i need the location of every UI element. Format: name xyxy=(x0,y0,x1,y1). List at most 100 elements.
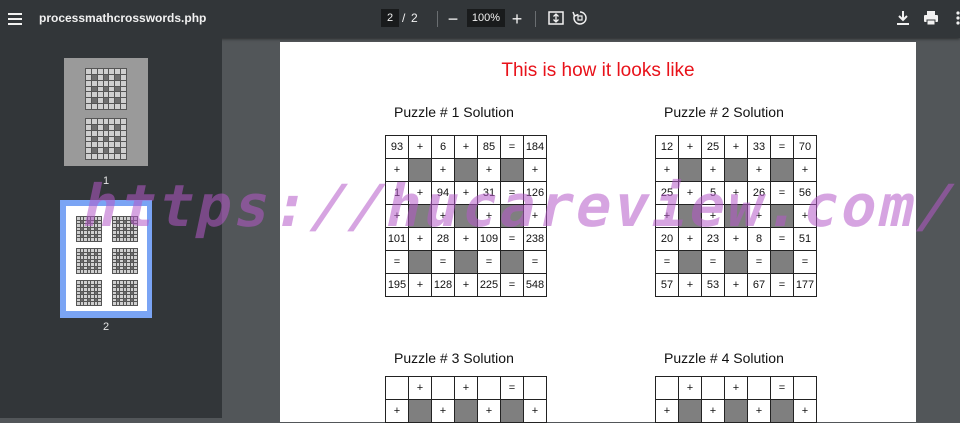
download-icon[interactable] xyxy=(893,9,913,29)
grid-cell: 85 xyxy=(477,135,501,159)
page-thumbnail-1[interactable] xyxy=(64,58,148,166)
rotate-icon[interactable] xyxy=(570,9,590,29)
puzzle-title: Puzzle # 3 Solution xyxy=(394,350,514,366)
grid-cell: + xyxy=(454,273,478,297)
grid-cell: + xyxy=(454,135,478,159)
grid-cell xyxy=(523,376,547,400)
grid-cell: 184 xyxy=(523,135,547,159)
grid-cell: + xyxy=(701,399,725,423)
thumbnail-grid xyxy=(76,280,102,306)
grid-cell: + xyxy=(385,399,409,423)
grid-cell xyxy=(431,376,455,400)
shaded-cell xyxy=(770,250,794,274)
grid-cell: = xyxy=(770,135,794,159)
more-options-icon[interactable] xyxy=(948,9,960,29)
toolbar-divider xyxy=(535,11,536,27)
page-number-input[interactable]: 2 xyxy=(381,9,399,27)
grid-row: + + = xyxy=(385,376,547,400)
zoom-level-input[interactable]: 100% xyxy=(467,9,505,27)
watermark-text: https://hucareview.com/ xyxy=(76,172,960,240)
grid-cell: 177 xyxy=(793,273,817,297)
grid-cell: 128 xyxy=(431,273,455,297)
page-heading: This is how it looks like xyxy=(501,60,695,81)
pdf-toolbar: processmathcrosswords.php 2 / 2 − 100% + xyxy=(0,0,960,38)
shaded-cell xyxy=(454,399,478,423)
grid-cell: + xyxy=(408,135,432,159)
grid-cell: + xyxy=(408,273,432,297)
grid-cell: = xyxy=(523,250,547,274)
menu-icon[interactable] xyxy=(6,9,26,29)
grid-cell: + xyxy=(678,376,702,400)
grid-cell: 25 xyxy=(701,135,725,159)
shaded-cell xyxy=(454,250,478,274)
grid-cell: 225 xyxy=(477,273,501,297)
fit-page-icon[interactable] xyxy=(546,9,566,29)
grid-cell: = xyxy=(431,250,455,274)
page-total: 2 xyxy=(411,11,418,25)
grid-cell: + xyxy=(655,399,679,423)
print-icon[interactable] xyxy=(921,9,941,29)
grid-cell: + xyxy=(724,376,748,400)
zoom-out-button[interactable]: − xyxy=(443,9,463,29)
grid-cell xyxy=(747,376,771,400)
grid-cell: + xyxy=(408,376,432,400)
shaded-cell xyxy=(408,399,432,423)
puzzle-grid-4: + + = + + + + xyxy=(655,376,817,423)
grid-cell xyxy=(701,376,725,400)
shaded-cell xyxy=(500,250,524,274)
grid-cell: + xyxy=(431,399,455,423)
grid-cell xyxy=(793,376,817,400)
grid-cell: 6 xyxy=(431,135,455,159)
thumbnail-label: 2 xyxy=(103,321,110,333)
shaded-cell xyxy=(500,399,524,423)
grid-cell xyxy=(655,376,679,400)
shaded-cell xyxy=(678,399,702,423)
grid-cell: + xyxy=(724,273,748,297)
grid-cell: + xyxy=(523,399,547,423)
grid-cell: + xyxy=(678,273,702,297)
thumbnail-grid xyxy=(85,118,127,160)
puzzle-title: Puzzle # 1 Solution xyxy=(394,104,514,120)
grid-cell: = xyxy=(500,376,524,400)
thumbnail-grid xyxy=(112,280,138,306)
grid-cell: = xyxy=(747,250,771,274)
grid-cell xyxy=(385,376,409,400)
grid-cell: 67 xyxy=(747,273,771,297)
page-separator: / xyxy=(402,11,406,25)
grid-cell: = xyxy=(655,250,679,274)
grid-cell: 12 xyxy=(655,135,679,159)
grid-row: = = = = xyxy=(385,250,547,274)
grid-row: + + + + xyxy=(655,399,817,423)
document-title: processmathcrosswords.php xyxy=(39,11,207,25)
shaded-cell xyxy=(724,399,748,423)
grid-cell: + xyxy=(678,135,702,159)
grid-row: 12 +25 +33 = 70 xyxy=(655,135,817,159)
grid-cell: 548 xyxy=(523,273,547,297)
grid-cell: = xyxy=(500,273,524,297)
shaded-cell xyxy=(770,399,794,423)
grid-cell: + xyxy=(724,135,748,159)
thumbnail-grid xyxy=(85,68,127,110)
grid-row: + + = xyxy=(655,376,817,400)
grid-cell: = xyxy=(385,250,409,274)
grid-cell: = xyxy=(770,273,794,297)
grid-cell: = xyxy=(793,250,817,274)
grid-cell: = xyxy=(500,135,524,159)
grid-cell: = xyxy=(477,250,501,274)
grid-row: 57 +53 +67 = 177 xyxy=(655,273,817,297)
puzzle-title: Puzzle # 2 Solution xyxy=(664,104,784,120)
grid-cell: + xyxy=(747,399,771,423)
grid-row: + + + + xyxy=(385,399,547,423)
shaded-cell xyxy=(408,250,432,274)
grid-row: = = = = xyxy=(655,250,817,274)
grid-row: 195 +128 +225 = 548 xyxy=(385,273,547,297)
toolbar-divider xyxy=(437,11,438,27)
grid-cell: 33 xyxy=(747,135,771,159)
shaded-cell xyxy=(724,250,748,274)
grid-cell: 93 xyxy=(385,135,409,159)
grid-cell: + xyxy=(454,376,478,400)
grid-row: 93 +6 +85 = 184 xyxy=(385,135,547,159)
grid-cell: 53 xyxy=(701,273,725,297)
puzzle-grid-3: + + = + + + + xyxy=(385,376,547,423)
zoom-in-button[interactable]: + xyxy=(507,9,527,29)
